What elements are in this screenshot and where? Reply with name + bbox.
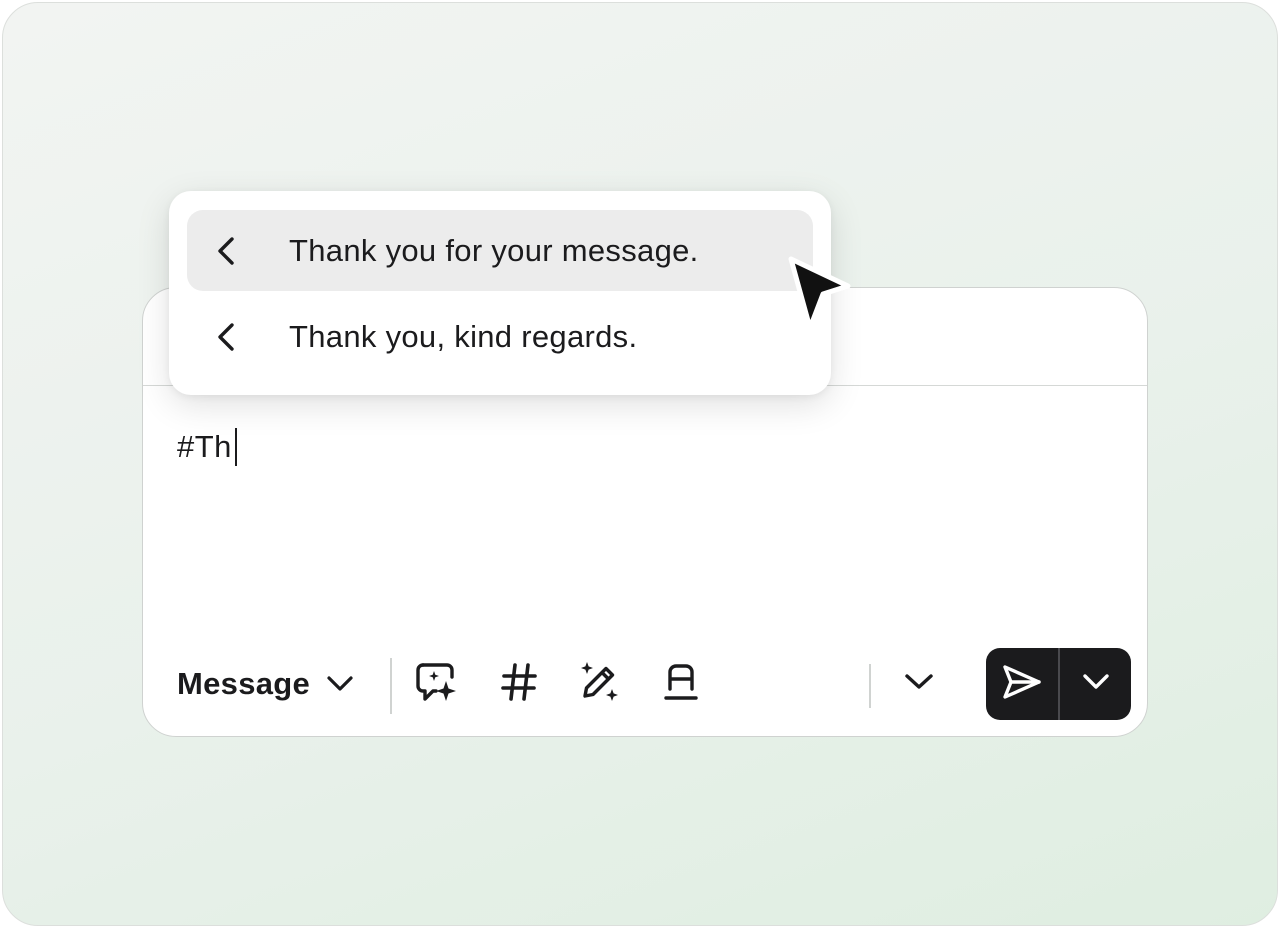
chevron-down-icon xyxy=(904,672,934,697)
text-caret xyxy=(234,428,237,466)
send-button[interactable] xyxy=(986,648,1058,720)
send-icon xyxy=(1001,663,1043,706)
hashtag-button[interactable] xyxy=(493,658,545,710)
toolbar-divider xyxy=(869,664,871,708)
chevron-down-icon xyxy=(1082,673,1110,696)
suggestion-text: Thank you for your message. xyxy=(289,232,699,268)
chevron-left-icon xyxy=(217,236,239,266)
send-options-button[interactable] xyxy=(1060,648,1131,720)
suggestion-item[interactable]: Thank you, kind regards. xyxy=(187,296,813,377)
ai-reply-button[interactable] xyxy=(411,658,463,710)
message-input-text: #Th xyxy=(177,429,232,464)
send-button-group xyxy=(986,648,1131,720)
chevron-down-icon xyxy=(326,675,354,693)
suggestion-popover: Thank you for your message. Thank you, k… xyxy=(169,191,831,395)
message-mode-select[interactable]: Message xyxy=(177,648,354,720)
ai-edit-pencil-sparkle-icon xyxy=(576,659,622,710)
suggestion-text: Thank you, kind regards. xyxy=(289,318,638,354)
text-format-button[interactable] xyxy=(655,658,707,710)
hashtag-icon xyxy=(500,662,538,707)
message-input[interactable]: #Th xyxy=(177,428,237,466)
chevron-left-icon xyxy=(217,322,239,352)
more-tools-button[interactable] xyxy=(893,658,945,710)
toolbar-divider xyxy=(390,658,392,714)
text-format-icon xyxy=(663,661,699,708)
suggestion-item[interactable]: Thank you for your message. xyxy=(187,210,813,291)
message-mode-label: Message xyxy=(177,666,311,701)
ai-reply-sparkle-icon xyxy=(414,659,460,710)
composer-toolbar: Message xyxy=(177,648,1131,720)
ai-edit-button[interactable] xyxy=(573,658,625,710)
